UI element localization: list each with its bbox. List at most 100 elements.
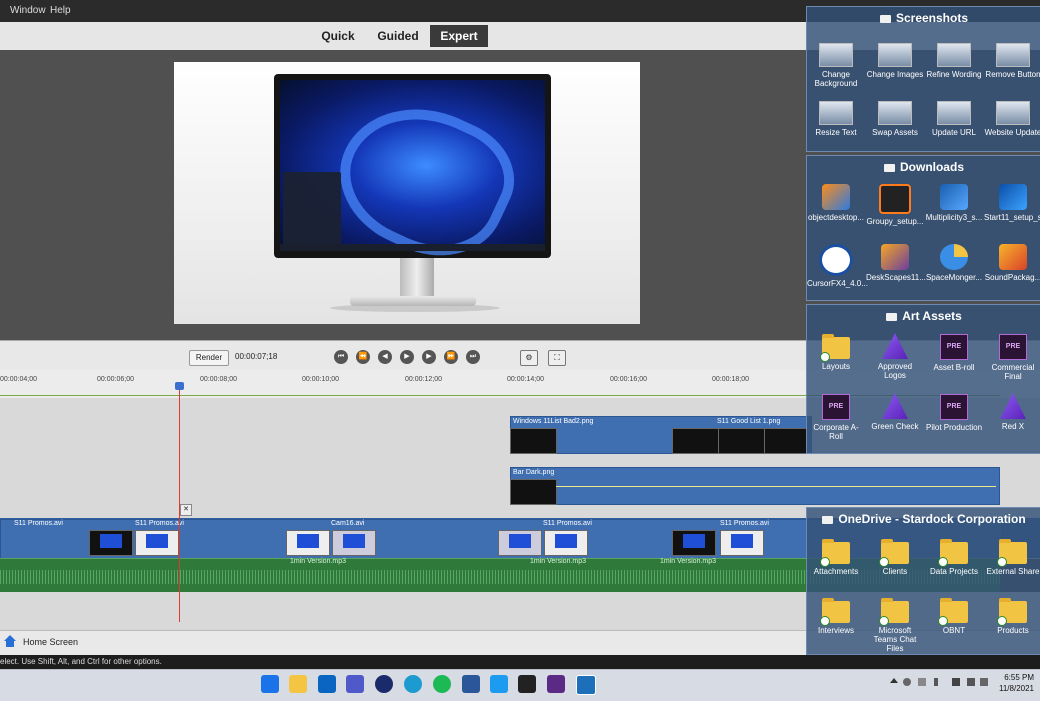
fence-item[interactable]: External Share	[984, 539, 1040, 576]
step-back-icon[interactable]: ◀	[378, 350, 392, 364]
fence-item[interactable]: PRE Corporate A-Roll	[807, 393, 865, 441]
monitor-settings-icon[interactable]: ⚙	[520, 350, 538, 366]
collapse-icon[interactable]: ✕	[180, 504, 192, 516]
fence-title[interactable]: Art Assets	[807, 309, 1040, 323]
fence-item[interactable]: objectdesktop...	[807, 184, 865, 222]
tray-icon[interactable]	[918, 678, 926, 686]
premiere-project-icon: PRE	[940, 394, 968, 420]
spotify-icon[interactable]	[433, 675, 451, 693]
fence-item[interactable]: Attachments	[807, 539, 865, 576]
fullscreen-icon[interactable]: ⛶	[548, 350, 566, 366]
fence-item-label: Groupy_setup...	[866, 217, 924, 226]
teams-icon[interactable]	[346, 675, 364, 693]
fence-item[interactable]: Red X	[984, 393, 1040, 431]
go-to-start-icon[interactable]: ⏮	[334, 350, 348, 364]
fence-item[interactable]: SpaceMonger...	[925, 244, 983, 282]
fence-item[interactable]: Update URL	[925, 99, 983, 137]
fence-item[interactable]: Data Projects	[925, 539, 983, 576]
step-forward-icon[interactable]: ▶	[422, 350, 436, 364]
windows-start-icon[interactable]	[261, 675, 279, 693]
word-icon[interactable]	[462, 675, 480, 693]
play-icon[interactable]: ▶	[400, 350, 414, 364]
affinity-file-icon	[882, 393, 908, 419]
fence-title[interactable]: Downloads	[807, 160, 1040, 174]
menu-help[interactable]: Help	[50, 5, 71, 16]
fence-item[interactable]: Interviews	[807, 598, 865, 635]
app-icon[interactable]	[375, 675, 393, 693]
taskbar-time[interactable]: 6:55 PM	[1000, 673, 1034, 682]
edge-icon[interactable]	[404, 675, 422, 693]
fence-item[interactable]: Microsoft Teams Chat Files	[866, 598, 924, 653]
fence-item[interactable]: Groupy_setup...	[866, 184, 924, 226]
folder-icon	[883, 164, 895, 172]
playhead[interactable]	[179, 384, 180, 622]
fence-item-label: Interviews	[817, 626, 854, 635]
home-icon[interactable]	[3, 634, 17, 648]
fences-icon[interactable]	[576, 675, 596, 695]
taskbar-date[interactable]: 11/8/2021	[992, 684, 1034, 693]
fence-item-label: Green Check	[871, 422, 919, 431]
clip-label: S11 Good List 1.png	[717, 418, 781, 425]
fence-title[interactable]: Screenshots	[807, 11, 1040, 25]
fence-item[interactable]: SoundPackag...	[984, 244, 1040, 282]
premiere-project-icon: PRE	[940, 334, 968, 360]
fence-item[interactable]: Swap Assets	[866, 99, 924, 137]
fence-onedrive[interactable]: OneDrive - Stardock Corporation Attachme…	[806, 507, 1040, 655]
fence-item[interactable]: Clients	[866, 539, 924, 576]
clip-thumbnail	[135, 530, 179, 556]
fence-item-label: Asset B-roll	[933, 363, 975, 372]
fence-item[interactable]: Resize Text	[807, 99, 865, 137]
fence-item[interactable]: Approved Logos	[866, 333, 924, 380]
fence-title[interactable]: OneDrive - Stardock Corporation	[807, 512, 1040, 526]
network-icon[interactable]	[980, 678, 988, 686]
sync-check-icon	[879, 616, 889, 626]
twitter-icon[interactable]	[490, 675, 508, 693]
outlook-icon[interactable]	[318, 675, 336, 693]
ruler-tick: 00:00:08;00	[200, 376, 237, 383]
fence-art-assets[interactable]: Art Assets Layouts Approved Logos PRE Ass…	[806, 304, 1040, 454]
fence-title-text: OneDrive - Stardock Corporation	[838, 512, 1026, 526]
fence-item[interactable]: OBNT	[925, 598, 983, 635]
fence-item[interactable]: PRE Commercial Final	[984, 333, 1040, 381]
fence-item[interactable]: Products	[984, 598, 1040, 635]
display-icon[interactable]	[952, 678, 960, 686]
fence-item[interactable]: Multiplicity3_s...	[925, 184, 983, 222]
fence-item[interactable]: Layouts	[807, 334, 865, 371]
fence-item[interactable]: CursorFX4_4.0...	[807, 244, 868, 288]
file-explorer-icon[interactable]	[289, 675, 307, 693]
fence-item[interactable]: DeskScapes11...	[866, 244, 926, 282]
tray-chevron-icon[interactable]	[890, 678, 898, 683]
installer-icon	[881, 244, 909, 270]
next-edit-icon[interactable]: ⏩	[444, 350, 458, 364]
fence-item[interactable]: PRE Pilot Production	[925, 393, 983, 432]
fence-item[interactable]: Refine Wording	[925, 41, 983, 79]
tab-guided[interactable]: Guided	[372, 25, 424, 47]
microphone-icon[interactable]	[934, 678, 938, 686]
playhead-handle[interactable]	[175, 382, 184, 390]
clip-thumbnail	[672, 530, 716, 556]
onedrive-tray-icon[interactable]	[903, 678, 911, 686]
render-button[interactable]: Render	[189, 350, 229, 366]
previous-edit-icon[interactable]: ⏪	[356, 350, 370, 364]
premiere-elements-icon[interactable]	[547, 675, 565, 693]
sync-check-icon	[938, 557, 948, 567]
tab-expert[interactable]: Expert	[430, 25, 488, 47]
fence-title-text: Screenshots	[895, 11, 969, 25]
fence-item[interactable]: Website Update	[984, 99, 1040, 137]
fence-item[interactable]: Change Images	[866, 41, 924, 79]
volume-icon[interactable]	[967, 678, 975, 686]
go-to-end-icon[interactable]: ⏭	[466, 350, 480, 364]
fence-item[interactable]: Change Background	[807, 41, 865, 88]
installer-icon	[822, 184, 850, 210]
fence-downloads[interactable]: Downloads objectdesktop... Groupy_setup.…	[806, 155, 1040, 301]
tab-quick[interactable]: Quick	[313, 25, 363, 47]
fence-item[interactable]: Remove Button	[984, 41, 1040, 79]
fence-item[interactable]: Start11_setup_s...	[984, 184, 1040, 222]
menu-window[interactable]: Window	[10, 5, 46, 16]
app-icon[interactable]	[518, 675, 536, 693]
home-screen-link[interactable]: Home Screen	[23, 637, 78, 647]
fence-item[interactable]: Green Check	[866, 393, 924, 431]
fence-item[interactable]: PRE Asset B-roll	[925, 333, 983, 372]
fence-screenshots[interactable]: Screenshots Change Background Change Ima…	[806, 6, 1040, 152]
sync-check-icon	[879, 557, 889, 567]
